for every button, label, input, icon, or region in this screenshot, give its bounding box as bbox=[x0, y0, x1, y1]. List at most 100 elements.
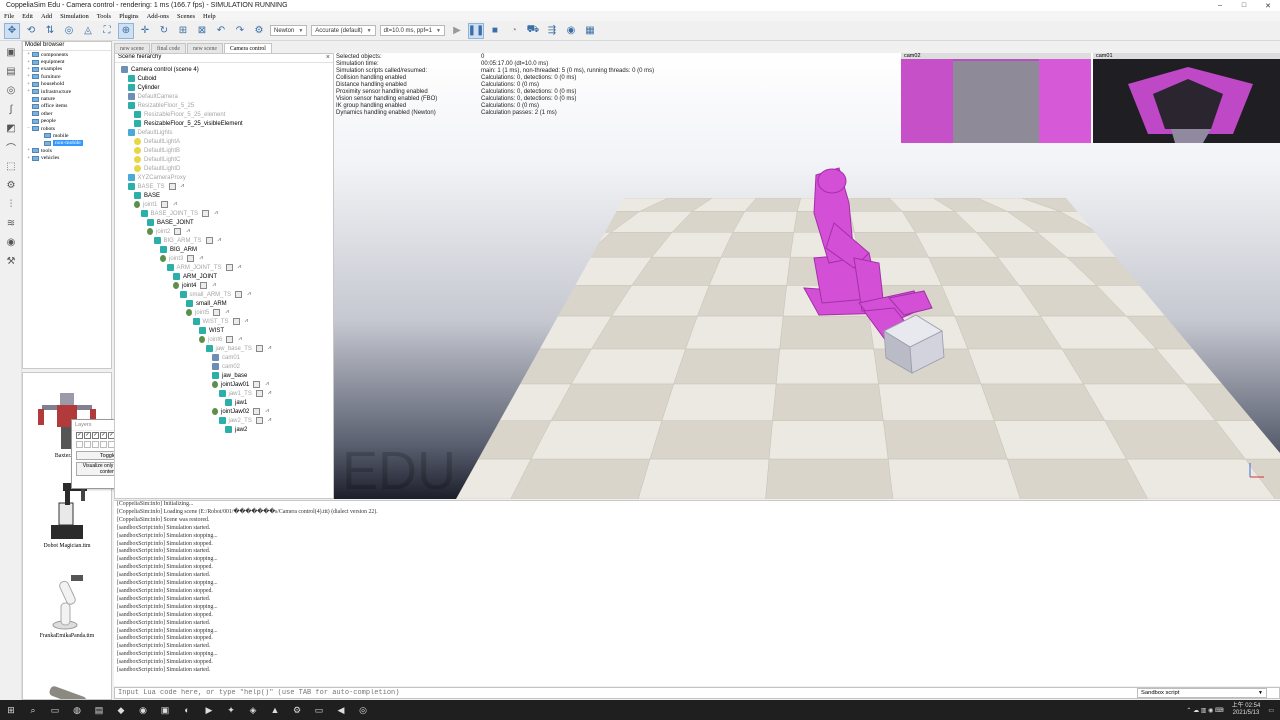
hierarchy-item[interactable]: DefaultLightA bbox=[134, 137, 180, 146]
script-target-select[interactable]: Sandbox script ▼ bbox=[1137, 688, 1267, 698]
hierarchy-item[interactable]: DefaultLightC bbox=[134, 155, 180, 164]
click-select-icon[interactable]: ⊕ bbox=[118, 22, 134, 39]
hierarchy-item[interactable]: joint6 ⩘ bbox=[199, 335, 242, 344]
search-icon[interactable]: ⌕ bbox=[22, 700, 44, 720]
expander-icon[interactable]: + bbox=[25, 52, 32, 57]
model-thumbnail[interactable] bbox=[23, 643, 111, 699]
rotate-object-icon[interactable]: ↻ bbox=[156, 23, 172, 39]
pause-icon[interactable]: ❚❚ bbox=[468, 22, 484, 39]
hierarchy-item[interactable]: DefaultLightD bbox=[134, 164, 180, 173]
hierarchy-item[interactable]: jaw1_TS ⩘ bbox=[218, 389, 271, 398]
script-icon[interactable] bbox=[202, 210, 210, 217]
minimize-button[interactable]: – bbox=[1208, 2, 1232, 10]
task-view-icon[interactable]: ▭ bbox=[44, 700, 66, 720]
hierarchy-item[interactable]: joint5 ⩘ bbox=[186, 308, 229, 317]
app-icon[interactable]: ▶ bbox=[198, 700, 220, 720]
hierarchy-item[interactable]: joint1 ⩘ bbox=[134, 200, 177, 209]
expander-icon[interactable]: + bbox=[25, 148, 32, 153]
maximize-button[interactable]: □ bbox=[1232, 2, 1256, 10]
hierarchy-item[interactable]: ARM_JOINT bbox=[173, 272, 217, 281]
script-icon[interactable] bbox=[255, 345, 263, 352]
menu-file[interactable]: File bbox=[4, 13, 14, 20]
model-folder-item[interactable]: other bbox=[23, 110, 111, 117]
hierarchy-item[interactable]: joint4 ⩘ bbox=[173, 281, 216, 290]
notification-icon[interactable]: ▭ bbox=[1268, 707, 1274, 714]
assemble-icon[interactable]: ⊞ bbox=[175, 23, 191, 39]
app-icon[interactable]: ▣ bbox=[154, 700, 176, 720]
expander-icon[interactable]: + bbox=[25, 156, 32, 161]
model-folder-item[interactable]: people bbox=[23, 118, 111, 125]
rotate-view-icon[interactable]: ⟲ bbox=[23, 23, 39, 39]
script-icon[interactable] bbox=[168, 183, 176, 190]
hierarchy-item[interactable]: WIST bbox=[199, 326, 224, 335]
vehicle-icon[interactable]: ⛟ bbox=[525, 23, 541, 39]
hierarchy-item[interactable]: Cuboid bbox=[127, 74, 157, 83]
hierarchy-item[interactable]: ResizableFloor_5_25_visibleElement bbox=[134, 119, 243, 128]
zoom-view-icon[interactable]: ◎ bbox=[61, 23, 77, 39]
layer-checkbox[interactable] bbox=[76, 441, 83, 448]
path-edit-icon[interactable]: ⌒ bbox=[3, 139, 19, 155]
hierarchy-item[interactable]: BASE_JOINT_TS ⩘ bbox=[140, 209, 218, 218]
expander-icon[interactable]: + bbox=[25, 67, 32, 72]
hierarchy-item[interactable]: joint2 ⩘ bbox=[147, 227, 190, 236]
close-icon[interactable]: × bbox=[326, 54, 330, 61]
hierarchy-item[interactable]: jaw2_TS ⩘ bbox=[218, 416, 271, 425]
layer-checkbox[interactable]: ✓ bbox=[84, 432, 91, 439]
menu-scenes[interactable]: Scenes bbox=[177, 13, 195, 20]
app-icon[interactable]: ◐ bbox=[176, 700, 198, 720]
redo-icon[interactable]: ↷ bbox=[232, 23, 248, 39]
app-icon[interactable]: ◎ bbox=[352, 700, 374, 720]
video-recorder-icon[interactable]: ◉ bbox=[3, 234, 19, 250]
app-icon[interactable]: ✦ bbox=[220, 700, 242, 720]
hierarchy-item[interactable]: cam01 bbox=[212, 353, 240, 362]
scripts-icon[interactable]: ∫ bbox=[3, 101, 19, 117]
idle-fps-icon[interactable]: ▦ bbox=[582, 23, 598, 39]
hierarchy-item[interactable]: jointJaw01 ⩘ bbox=[212, 380, 269, 389]
model-thumbnail[interactable]: FrankaEmikaPanda.ttm bbox=[23, 553, 111, 643]
physics-engine-select[interactable]: Newton ▼ bbox=[270, 25, 308, 36]
hierarchy-item[interactable]: WIST_TS ⩘ bbox=[192, 317, 248, 326]
model-folder-item[interactable]: − robots bbox=[23, 125, 111, 132]
browser-icon[interactable]: ◍ bbox=[66, 700, 88, 720]
model-folder-item[interactable]: + furniture bbox=[23, 73, 111, 80]
hierarchy-item[interactable]: small_ARM_TS ⩘ bbox=[179, 290, 251, 299]
tray-icons[interactable]: ⌃ ☁ ▥ ◉ ⌨ bbox=[1186, 707, 1223, 714]
script-icon[interactable] bbox=[232, 318, 240, 325]
script-icon[interactable] bbox=[255, 390, 263, 397]
model-folder-item[interactable]: + tools bbox=[23, 147, 111, 154]
realtime-icon[interactable]: ◔ bbox=[506, 23, 522, 39]
clock[interactable]: 上午 02:54 2021/5/13 bbox=[1232, 703, 1261, 717]
accuracy-select[interactable]: Accurate (default) ▼ bbox=[311, 25, 376, 36]
expander-icon[interactable]: − bbox=[25, 126, 32, 131]
menu-simulation[interactable]: Simulation bbox=[60, 13, 89, 20]
expander-icon[interactable]: + bbox=[25, 89, 32, 94]
selection-icon[interactable]: ⬚ bbox=[3, 158, 19, 174]
menu-add[interactable]: Add bbox=[41, 13, 52, 20]
lua-command-input[interactable] bbox=[115, 689, 1125, 697]
layer-checkbox[interactable]: ✓ bbox=[100, 432, 107, 439]
user-settings-icon[interactable]: ⚒ bbox=[3, 253, 19, 269]
menu-tools[interactable]: Tools bbox=[97, 13, 111, 20]
hierarchy-item[interactable]: BIG_ARM bbox=[160, 245, 197, 254]
hierarchy-item[interactable]: BIG_ARM_TS ⩘ bbox=[153, 236, 221, 245]
hierarchy-item[interactable]: cam02 bbox=[212, 362, 240, 371]
shape-edit-icon[interactable]: ◩ bbox=[3, 120, 19, 136]
hierarchy-item[interactable]: DefaultCamera bbox=[127, 92, 178, 101]
coppeliasim-icon[interactable]: ⚙ bbox=[286, 700, 308, 720]
model-folder-item[interactable]: + household bbox=[23, 81, 111, 88]
hierarchy-item[interactable]: Cylinder bbox=[127, 83, 160, 92]
script-icon[interactable] bbox=[255, 417, 263, 424]
tab-scene-2[interactable]: final code bbox=[150, 43, 186, 53]
hierarchy-item[interactable]: BASE_TS ⩘ bbox=[127, 182, 184, 191]
model-folder-item[interactable]: + infrastructure bbox=[23, 88, 111, 95]
pan-view-icon[interactable]: ✥ bbox=[4, 22, 20, 39]
model-folder-item[interactable]: + examples bbox=[23, 66, 111, 73]
model-folder-item[interactable]: + vehicles bbox=[23, 154, 111, 161]
layer-checkbox[interactable] bbox=[92, 441, 99, 448]
expander-icon[interactable]: + bbox=[25, 74, 32, 79]
app-icon[interactable]: ◈ bbox=[242, 700, 264, 720]
hierarchy-item[interactable]: Camera control (scene 4) bbox=[121, 65, 199, 74]
calculation-module-icon[interactable]: ▤ bbox=[3, 63, 19, 79]
script-icon[interactable] bbox=[253, 381, 261, 388]
model-folder-item[interactable]: office items bbox=[23, 103, 111, 110]
